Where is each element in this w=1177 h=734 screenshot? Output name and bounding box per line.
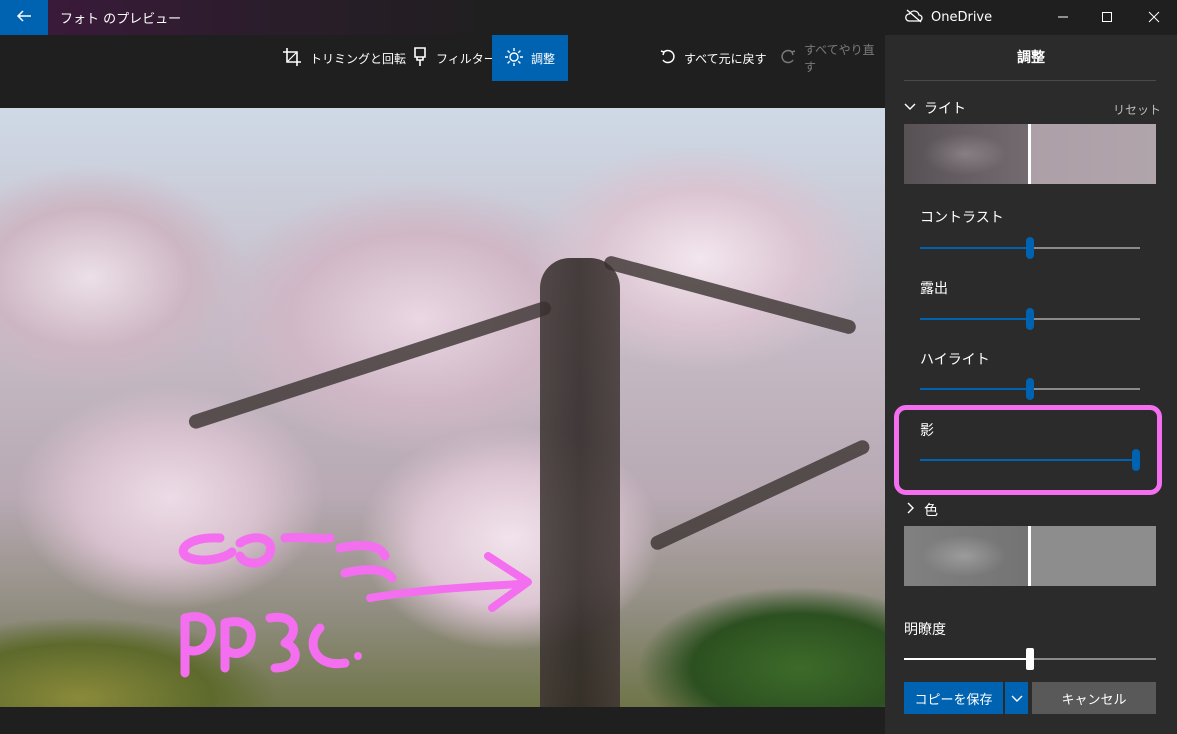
exposure-label: 露出 <box>920 281 948 297</box>
exposure-slider[interactable] <box>920 308 1140 330</box>
cancel-button[interactable]: キャンセル <box>1032 682 1156 714</box>
close-button[interactable] <box>1131 0 1177 35</box>
title-bar: フォト のプレビュー OneDrive <box>0 0 1177 35</box>
back-arrow-icon <box>16 8 32 28</box>
onedrive-status[interactable]: OneDrive <box>905 0 992 35</box>
clarity-label: 明瞭度 <box>904 622 946 638</box>
adjust-label: 調整 <box>530 51 555 66</box>
color-section-toggle[interactable]: 色 <box>904 500 938 520</box>
handwritten-annotation <box>178 532 532 678</box>
color-preview-thumbnail[interactable] <box>904 526 1156 586</box>
photos-app-window: フォト のプレビュー OneDrive トリミングと回転 フィルター 調整 すべ… <box>0 0 1177 734</box>
chevron-right-icon <box>904 502 916 518</box>
light-section-label: ライト <box>924 101 966 117</box>
cherry-blossom-photo <box>0 108 885 707</box>
filter-tab[interactable]: フィルター <box>402 35 506 81</box>
highlights-slider-thumb[interactable] <box>1026 378 1034 400</box>
clarity-slider[interactable] <box>904 648 1156 670</box>
close-icon <box>1148 8 1160 27</box>
exposure-slider-thumb[interactable] <box>1026 308 1034 330</box>
shadows-slider[interactable] <box>920 449 1140 471</box>
back-button[interactable] <box>0 0 48 35</box>
redo-icon <box>780 49 796 68</box>
photo-canvas <box>0 81 885 734</box>
preview-split-line <box>1028 124 1031 184</box>
app-title: フォト のプレビュー <box>48 0 508 35</box>
chevron-down-icon <box>1011 689 1023 708</box>
color-section-label: 色 <box>924 503 938 519</box>
minimize-button[interactable] <box>1040 0 1086 35</box>
redo-all-button[interactable]: すべてやり直す <box>770 35 885 81</box>
adjust-tab[interactable]: 調整 <box>492 35 568 81</box>
contrast-slider[interactable] <box>920 237 1140 259</box>
preview-split-line <box>1028 526 1031 586</box>
redo-all-label: すべてやり直す <box>804 43 875 74</box>
minimize-icon <box>1057 8 1069 27</box>
undo-icon <box>660 49 676 68</box>
cloud-off-icon <box>905 9 923 27</box>
light-preview-thumbnail[interactable] <box>904 124 1156 184</box>
shadows-slider-thumb[interactable] <box>1131 449 1140 471</box>
undo-all-label: すべて元に戻す <box>684 51 767 66</box>
onedrive-label: OneDrive <box>931 10 993 25</box>
highlights-slider[interactable] <box>920 378 1140 400</box>
brightness-icon <box>504 47 523 69</box>
crop-icon <box>282 47 302 70</box>
clarity-slider-thumb[interactable] <box>1026 648 1034 670</box>
crop-rotate-label: トリミングと回転 <box>310 51 407 66</box>
undo-all-button[interactable]: すべて元に戻す <box>650 35 777 81</box>
contrast-slider-thumb[interactable] <box>1026 237 1034 259</box>
save-copy-button[interactable]: コピーを保存 <box>904 682 1003 714</box>
contrast-label: コントラスト <box>920 210 1004 226</box>
highlights-label: ハイライト <box>920 352 990 368</box>
panel-divider <box>904 80 1156 81</box>
panel-title: 調整 <box>1017 50 1045 66</box>
light-reset-button[interactable]: リセット <box>1113 101 1161 118</box>
maximize-icon <box>1101 8 1113 27</box>
edit-toolbar: トリミングと回転 フィルター 調整 すべて元に戻す すべてやり直す <box>0 35 885 81</box>
crop-rotate-tab[interactable]: トリミングと回転 <box>272 35 416 81</box>
chevron-down-icon <box>904 100 916 116</box>
adjust-panel: 調整 ライト リセット コントラスト 露出 ハイライト 影 色 明瞭度 コピーを… <box>885 35 1177 734</box>
light-section-toggle[interactable]: ライト <box>904 98 966 118</box>
save-options-dropdown[interactable] <box>1005 682 1028 714</box>
shadows-label: 影 <box>920 423 934 439</box>
filter-label: フィルター <box>436 51 496 66</box>
maximize-button[interactable] <box>1084 0 1130 35</box>
filter-brush-icon <box>412 46 428 70</box>
